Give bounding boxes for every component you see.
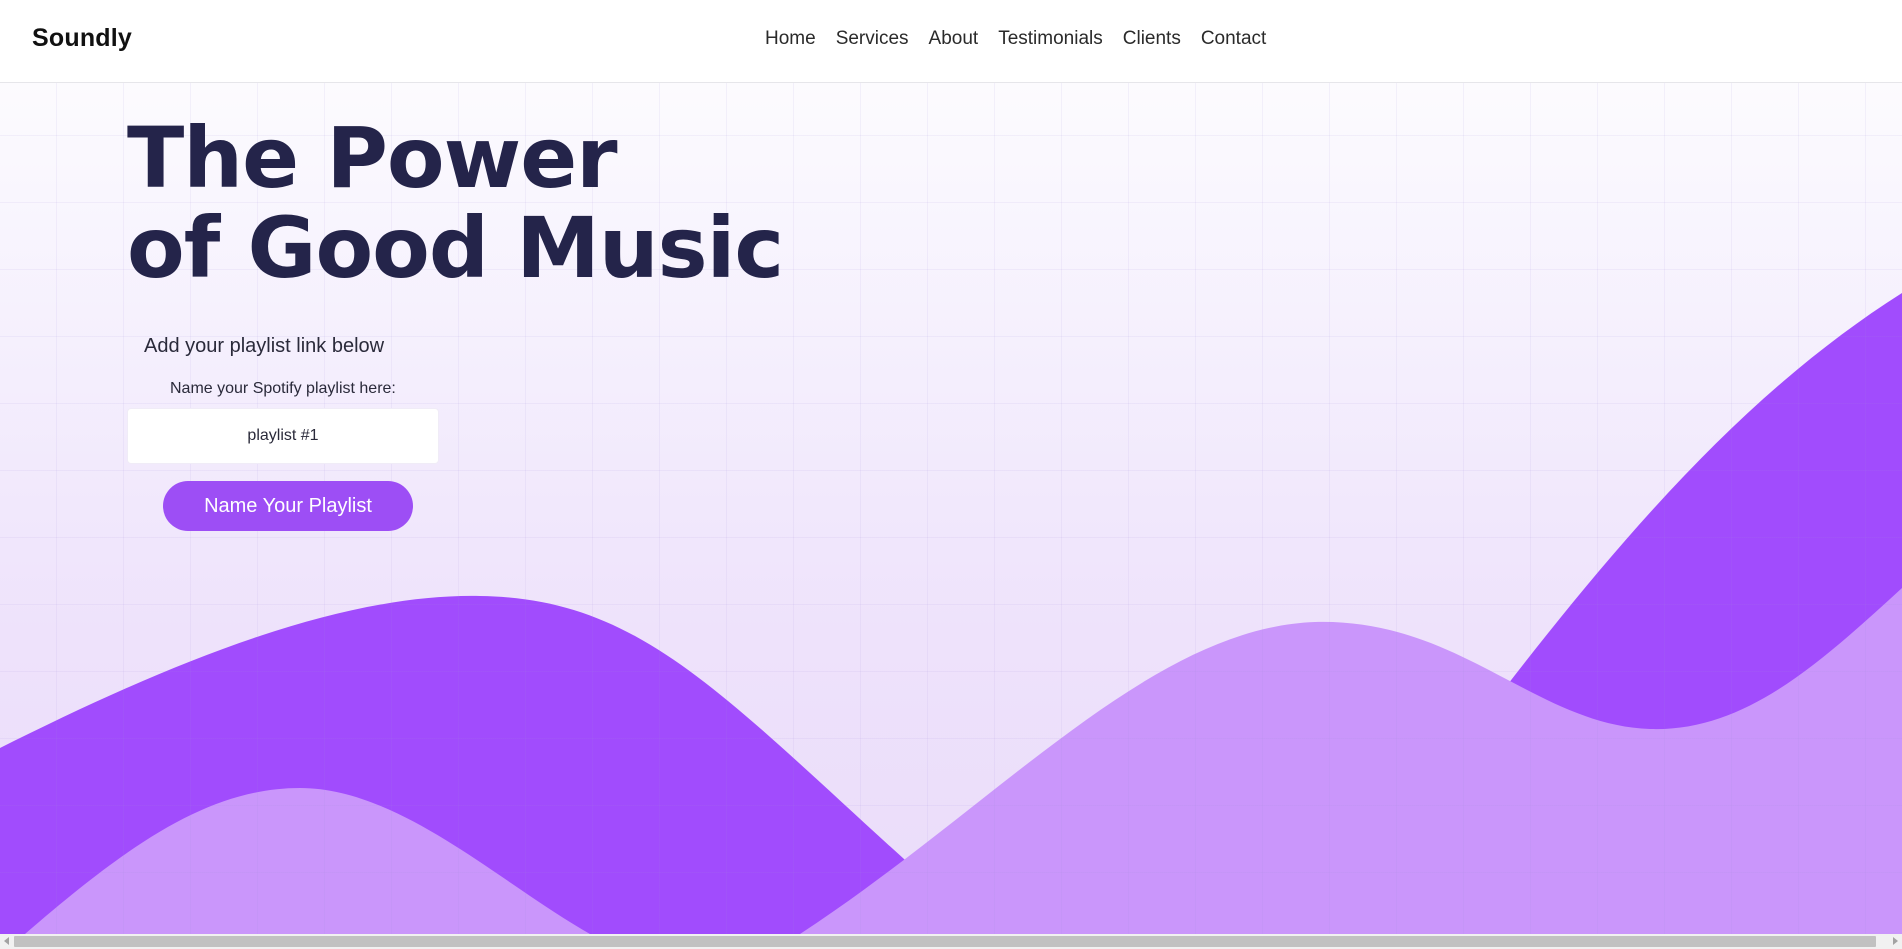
nav-clients[interactable]: Clients — [1123, 28, 1181, 50]
main-nav: Home Services About Testimonials Clients… — [765, 28, 1266, 50]
nav-home[interactable]: Home — [765, 28, 816, 50]
hero-section: The Power of Good Music Add your playlis… — [0, 83, 1902, 934]
site-logo[interactable]: Soundly — [32, 24, 132, 53]
nav-about[interactable]: About — [929, 28, 979, 50]
nav-testimonials[interactable]: Testimonials — [998, 28, 1103, 50]
site-header: Soundly Home Services About Testimonials… — [0, 0, 1902, 83]
hero-subtitle: Add your playlist link below — [144, 335, 385, 357]
name-playlist-button[interactable]: Name Your Playlist — [163, 481, 413, 531]
horizontal-scrollbar[interactable] — [0, 934, 1902, 949]
nav-services[interactable]: Services — [836, 28, 909, 50]
hero-headline: The Power of Good Music — [127, 109, 784, 297]
nav-contact[interactable]: Contact — [1201, 28, 1266, 50]
playlist-name-input[interactable] — [127, 408, 439, 464]
playlist-field-label: Name your Spotify playlist here: — [170, 380, 396, 397]
headline-line-2: of Good Music — [127, 199, 784, 297]
scrollbar-thumb[interactable] — [14, 936, 1876, 947]
scroll-left-arrow-icon[interactable] — [4, 937, 9, 945]
headline-line-1: The Power — [127, 109, 618, 207]
scroll-right-arrow-icon[interactable] — [1893, 937, 1898, 945]
